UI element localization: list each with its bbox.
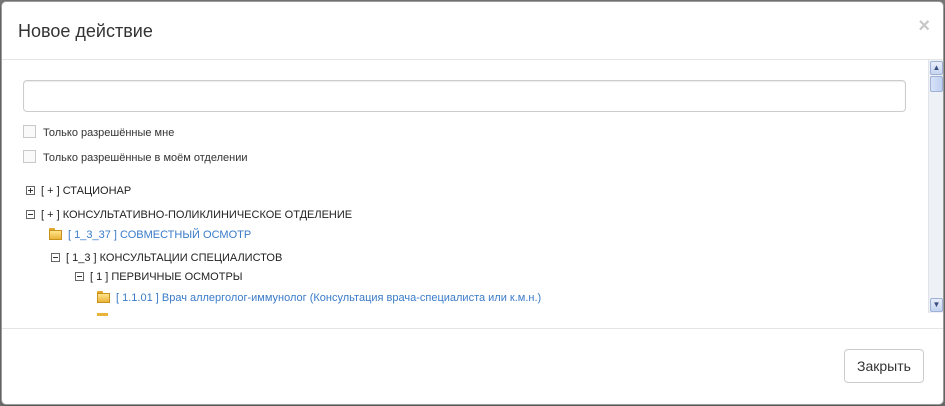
scroll-up-icon[interactable]: ▲: [930, 61, 943, 75]
tree-leaf-allergist[interactable]: [ 1.1.01 ] Врач аллерголог-иммунолог (Ко…: [97, 290, 541, 306]
close-icon[interactable]: ×: [918, 16, 930, 36]
expand-plus-icon[interactable]: [26, 185, 35, 195]
tree-node-primary-exams[interactable]: [ 1 ] ПЕРВИЧНЫЕ ОСМОТРЫ: [75, 269, 243, 285]
search-input[interactable]: [23, 80, 906, 112]
tree-node-label[interactable]: [ + ] СТАЦИОНАР: [41, 185, 131, 197]
vertical-scrollbar[interactable]: ▲ ▼: [928, 60, 943, 313]
tree-node-stacionar[interactable]: [ + ] СТАЦИОНАР: [26, 183, 131, 199]
tree-leaf-joint-exam[interactable]: [ 1_3_37 ] СОВМЕСТНЫЙ ОСМОТР: [49, 227, 251, 243]
close-button[interactable]: Закрыть: [844, 349, 924, 383]
tree-leaf-label[interactable]: [ 1.1.01 ] Врач аллерголог-иммунолог (Ко…: [116, 292, 541, 304]
modal-body: Только разрешённые мне Только разрешённы…: [2, 60, 943, 328]
filter-allowed-me[interactable]: Только разрешённые мне: [23, 124, 175, 143]
folder-icon: [49, 227, 63, 240]
checkbox[interactable]: [23, 149, 36, 163]
modal-footer: Закрыть: [2, 328, 943, 404]
scroll-down-icon[interactable]: ▼: [930, 298, 943, 312]
scroll-thumb[interactable]: [930, 76, 943, 92]
collapse-minus-icon[interactable]: [26, 209, 35, 219]
tree-node-label[interactable]: [ 1_3 ] КОНСУЛЬТАЦИИ СПЕЦИАЛИСТОВ: [66, 252, 282, 264]
tree-node-kpo[interactable]: [ + ] КОНСУЛЬТАТИВНО-ПОЛИКЛИНИЧЕСКОЕ ОТД…: [26, 207, 352, 223]
collapse-minus-icon[interactable]: [51, 252, 60, 262]
modal-title: Новое действие: [18, 21, 153, 41]
new-action-modal: Новое действие × Только разрешённые мне …: [1, 1, 944, 405]
tree-leaf-label[interactable]: [ 1_3_37 ] СОВМЕСТНЫЙ ОСМОТР: [68, 229, 251, 241]
tree-node-label[interactable]: [ + ] КОНСУЛЬТАТИВНО-ПОЛИКЛИНИЧЕСКОЕ ОТД…: [41, 209, 352, 221]
filter-allowed-department[interactable]: Только разрешённые в моём отделении: [23, 149, 248, 168]
checkbox[interactable]: [23, 124, 36, 138]
folder-icon: [97, 313, 108, 316]
filter-label: Только разрешённые мне: [43, 127, 175, 140]
tree-node-label[interactable]: [ 1 ] ПЕРВИЧНЫЕ ОСМОТРЫ: [90, 271, 243, 283]
folder-icon: [97, 290, 111, 303]
tree-node-specialists[interactable]: [ 1_3 ] КОНСУЛЬТАЦИИ СПЕЦИАЛИСТОВ: [51, 250, 282, 266]
collapse-minus-icon[interactable]: [75, 271, 84, 281]
modal-header: Новое действие ×: [2, 2, 943, 60]
filter-label: Только разрешённые в моём отделении: [43, 152, 248, 165]
